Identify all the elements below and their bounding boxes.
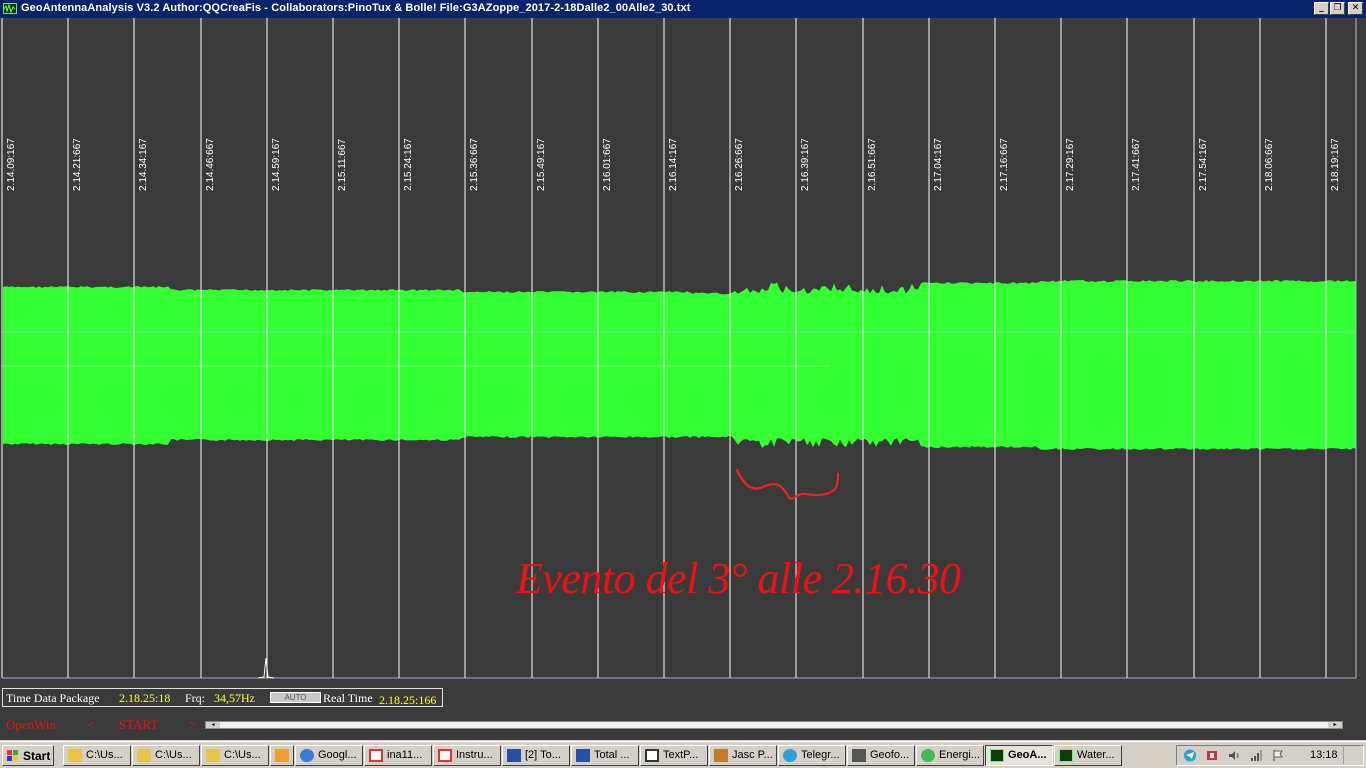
pdf-icon: [369, 749, 383, 762]
telegram-icon: [783, 749, 797, 762]
google-earth-icon: [300, 749, 314, 762]
taskbar-button-label: Geofo...: [870, 749, 910, 761]
media-player-icon: [275, 749, 289, 762]
show-desktop-button[interactable]: [1343, 745, 1362, 764]
pdf-icon: [438, 749, 452, 762]
folder-icon: [206, 749, 220, 762]
taskbar-button[interactable]: TextP...: [640, 745, 708, 766]
action-center-flag-icon[interactable]: [1271, 749, 1285, 762]
event-annotation: Evento del 3° alle 2.16.30: [516, 554, 961, 603]
realtime-value: 2.18.25:166: [379, 693, 437, 707]
taskbar-button[interactable]: Water...: [1054, 745, 1122, 766]
minimize-icon[interactable]: _: [1314, 2, 1329, 15]
auto-button[interactable]: AUTO: [270, 692, 321, 703]
restore-icon[interactable]: ❐: [1330, 2, 1345, 15]
baseline-spike: [257, 657, 275, 679]
taskbar-button[interactable]: Telegr...: [778, 745, 846, 766]
taskbar-button[interactable]: C:\Us...: [132, 745, 200, 766]
close-icon[interactable]: ✕: [1348, 2, 1363, 15]
time-scrollbar[interactable]: ◂ ▸: [205, 721, 1343, 729]
taskbar-button-label: Water...: [1077, 749, 1115, 761]
taskbar-button[interactable]: Geofo...: [847, 745, 915, 766]
taskbar-button[interactable]: Jasc P...: [709, 745, 777, 766]
taskbar: Start C:\Us... C:\Us... C:\Us... Googl... in…: [0, 741, 1366, 768]
scroll-right-arrow-icon[interactable]: ▸: [1328, 722, 1342, 728]
realtime-label: Real Time: [323, 691, 373, 705]
network-icon[interactable]: [1249, 749, 1263, 762]
folder-icon: [68, 749, 82, 762]
taskbar-button-label: Telegr...: [801, 749, 840, 761]
status-area: Time Data Package 2.18.25:18 Frq: 34,57H…: [0, 688, 1366, 710]
taskbar-button-label: C:\Us...: [86, 749, 123, 761]
taskbar-button-label: C:\Us...: [155, 749, 192, 761]
taskbar-button[interactable]: C:\Us...: [201, 745, 269, 766]
taskbar-button-label: [2] To...: [525, 749, 561, 761]
waveform-plot[interactable]: 2.14.09:167 2.14.21:667 2.14.34:167 2.14.46…: [0, 18, 1366, 688]
annotation-squiggle: [735, 468, 840, 500]
text-editor-icon: [645, 749, 659, 762]
taskbar-button[interactable]: Total ...: [571, 745, 639, 766]
taskbar-button-label: ina11...: [387, 749, 423, 761]
scroll-left-arrow-icon[interactable]: ◂: [206, 722, 220, 728]
taskbar-button-label: Energi...: [939, 749, 980, 761]
waveform-icon[interactable]: [3, 3, 17, 14]
paint-icon: [714, 749, 728, 762]
folder-icon: [137, 749, 151, 762]
telegram-tray-icon[interactable]: [1183, 749, 1197, 762]
taskbar-button-label: Googl...: [318, 749, 357, 761]
taskbar-button[interactable]: Energi...: [916, 745, 984, 766]
frq-value: 34,57Hz: [214, 691, 255, 705]
start-playback-button[interactable]: START: [119, 717, 158, 733]
prev-button[interactable]: <: [87, 717, 94, 733]
taskbar-button-label: TextP...: [663, 749, 699, 761]
signal-band: [3, 280, 1356, 450]
package-label: Time Data Package: [6, 691, 100, 705]
taskbar-button-label: GeoA...: [1008, 749, 1047, 761]
taskbar-button[interactable]: GeoA...: [985, 745, 1053, 766]
volume-icon[interactable]: [1227, 749, 1241, 762]
taskbar-button-label: Jasc P...: [732, 749, 773, 761]
status-panel: Time Data Package 2.18.25:18 Frq: 34,57H…: [2, 688, 443, 707]
tools-icon: [852, 749, 866, 762]
taskbar-button[interactable]: Instru...: [433, 745, 501, 766]
openwin-button[interactable]: OpenWin: [6, 717, 56, 733]
floppy-icon: [576, 749, 590, 762]
title-bar: GeoAntennaAnalysis V3.2 Author:QQCreaFis…: [0, 0, 1366, 18]
clock[interactable]: 13:18: [1310, 749, 1338, 761]
security-tray-icon[interactable]: [1205, 749, 1219, 762]
floppy-icon: [507, 749, 521, 762]
windows-logo-icon: [7, 750, 18, 761]
frq-label: Frq:: [185, 691, 206, 705]
window-title: GeoAntennaAnalysis V3.2 Author:QQCreaFis…: [21, 2, 691, 14]
start-button[interactable]: Start: [2, 745, 54, 766]
waveform-icon: [1059, 749, 1073, 762]
control-bar: OpenWin < START > ◂ ▸: [0, 710, 1366, 740]
taskbar-button[interactable]: [2] To...: [502, 745, 570, 766]
taskbar-button-label: Instru...: [456, 749, 493, 761]
system-tray: 13:18: [1176, 745, 1364, 766]
package-value: 2.18.25:18: [119, 691, 171, 705]
taskbar-button[interactable]: Googl...: [295, 745, 363, 766]
taskbar-button[interactable]: C:\Us...: [63, 745, 131, 766]
taskbar-button-label: Total ...: [594, 749, 630, 761]
chrome-icon: [921, 749, 935, 762]
taskbar-button[interactable]: [270, 745, 294, 766]
next-button[interactable]: >: [189, 717, 196, 733]
taskbar-button-label: C:\Us...: [224, 749, 261, 761]
taskbar-button[interactable]: ina11...: [364, 745, 432, 766]
waveform-icon: [990, 749, 1004, 762]
start-label: Start: [23, 749, 51, 763]
